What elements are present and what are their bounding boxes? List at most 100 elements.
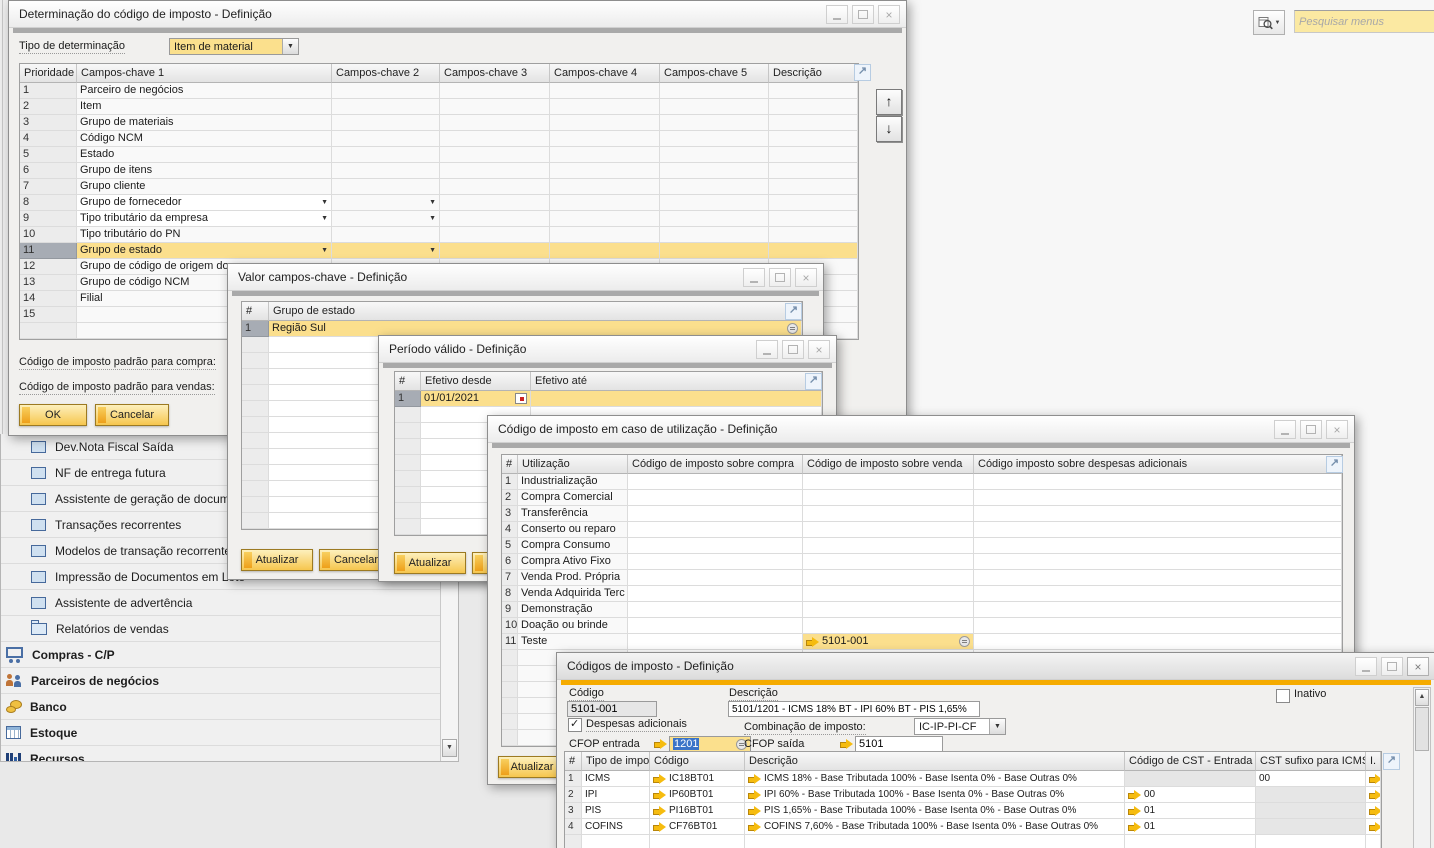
- usage-cell[interactable]: Transferência: [518, 506, 628, 522]
- inactive-checkbox[interactable]: [1276, 689, 1290, 703]
- key-field-4-cell[interactable]: [550, 99, 660, 115]
- scroll-down-button[interactable]: ▼: [442, 739, 457, 757]
- key-field-3-cell[interactable]: [440, 115, 550, 131]
- cst-suffix-cell[interactable]: [1256, 835, 1366, 848]
- w3-titlebar[interactable]: Período válido - Definição ×: [379, 336, 836, 363]
- row-number-cell[interactable]: [395, 487, 421, 503]
- row-number-cell[interactable]: 1: [242, 321, 269, 337]
- purchase-tax-code-cell[interactable]: [628, 602, 803, 618]
- link-arrow-icon[interactable]: [748, 806, 761, 816]
- key-field-5-cell[interactable]: [660, 211, 769, 227]
- link-to-form-icon[interactable]: ↗: [1383, 753, 1400, 770]
- key-field-1-cell[interactable]: Código NCM▼: [77, 131, 332, 147]
- key-field-1-cell[interactable]: Grupo de estado▼: [77, 243, 332, 259]
- usage-row[interactable]: 11 Teste 5101-001: [502, 634, 1342, 650]
- tax-row[interactable]: 1 ICMS IC18BT01 ICMS 18% - Base Tributad…: [565, 771, 1381, 787]
- priority-row[interactable]: 11 Grupo de estado▼ ▼: [20, 243, 858, 259]
- row-number-cell[interactable]: 6: [502, 554, 518, 570]
- sidebar-item[interactable]: Banco: [1, 694, 441, 720]
- usage-row[interactable]: 8 Venda Adquirida Terc: [502, 586, 1342, 602]
- purchase-tax-code-cell[interactable]: [628, 522, 803, 538]
- key-field-2-cell[interactable]: ▼: [332, 179, 440, 195]
- cst-in-cell[interactable]: [1125, 771, 1256, 787]
- key-field-4-cell[interactable]: [550, 227, 660, 243]
- priority-cell[interactable]: 6: [20, 163, 77, 179]
- calendar-icon[interactable]: [515, 393, 527, 404]
- usage-row[interactable]: 5 Compra Consumo: [502, 538, 1342, 554]
- description-cell[interactable]: [769, 179, 858, 195]
- key-field-5-cell[interactable]: [660, 83, 769, 99]
- sidebar-item[interactable]: Parceiros de negócios: [1, 668, 441, 694]
- priority-cell[interactable]: 13: [20, 275, 77, 291]
- row-number-cell[interactable]: [395, 471, 421, 487]
- description-cell[interactable]: [769, 163, 858, 179]
- row-number-cell[interactable]: [242, 465, 269, 481]
- purchase-tax-code-cell[interactable]: [628, 490, 803, 506]
- priority-cell[interactable]: 4: [20, 131, 77, 147]
- additional-expenses-tax-code-cell[interactable]: [974, 602, 1342, 618]
- move-row-down-button[interactable]: ↓: [876, 116, 902, 142]
- key-field-4-cell[interactable]: [550, 115, 660, 131]
- row-number-cell[interactable]: 4: [565, 819, 582, 835]
- priority-cell[interactable]: 10: [20, 227, 77, 243]
- key-field-3-cell[interactable]: [440, 163, 550, 179]
- sidebar-item[interactable]: Relatórios de vendas: [1, 616, 441, 642]
- sales-tax-code-cell[interactable]: [803, 490, 974, 506]
- key-field-5-cell[interactable]: [660, 147, 769, 163]
- priority-cell[interactable]: 15: [20, 307, 77, 323]
- description-field[interactable]: 5101/1201 - ICMS 18% BT - IPI 60% BT - P…: [728, 701, 980, 717]
- key-field-2-cell[interactable]: ▼: [332, 115, 440, 131]
- row-number-cell[interactable]: 4: [502, 522, 518, 538]
- tax-row[interactable]: 4 COFINS CF76BT01 COFINS 7,60% - Base Tr…: [565, 819, 1381, 835]
- key-field-2-cell[interactable]: ▼: [332, 83, 440, 99]
- key-field-5-cell[interactable]: [660, 115, 769, 131]
- i-cell[interactable]: [1366, 787, 1381, 803]
- usage-row[interactable]: 2 Compra Comercial: [502, 490, 1342, 506]
- priority-cell[interactable]: 7: [20, 179, 77, 195]
- additional-expenses-tax-code-cell[interactable]: [974, 586, 1342, 602]
- link-arrow-icon[interactable]: [1128, 806, 1141, 816]
- additional-expenses-tax-code-cell[interactable]: [974, 522, 1342, 538]
- row-number-cell[interactable]: [395, 455, 421, 471]
- key-field-1-cell[interactable]: Item▼: [77, 99, 332, 115]
- key-field-2-cell[interactable]: ▼: [332, 163, 440, 179]
- row-number-cell[interactable]: [502, 650, 518, 666]
- effective-to-cell[interactable]: [531, 391, 822, 407]
- purchase-tax-code-cell[interactable]: [628, 586, 803, 602]
- row-number-cell[interactable]: [502, 714, 518, 730]
- usage-cell[interactable]: Venda Adquirida Terc: [518, 586, 628, 602]
- key-field-5-cell[interactable]: [660, 243, 769, 259]
- row-number-cell[interactable]: [242, 449, 269, 465]
- key-field-3-cell[interactable]: [440, 211, 550, 227]
- usage-row[interactable]: 9 Demonstração: [502, 602, 1342, 618]
- row-number-cell[interactable]: [502, 698, 518, 714]
- key-field-3-cell[interactable]: [440, 195, 550, 211]
- maximize-icon[interactable]: [1300, 420, 1322, 439]
- chevron-down-icon[interactable]: ▼: [429, 211, 436, 226]
- link-arrow-icon[interactable]: [653, 806, 666, 816]
- key-field-5-cell[interactable]: [660, 179, 769, 195]
- key-field-2-cell[interactable]: ▼: [332, 131, 440, 147]
- key-field-4-cell[interactable]: [550, 131, 660, 147]
- usage-cell[interactable]: Compra Consumo: [518, 538, 628, 554]
- menu-search-mode-button[interactable]: ▼: [1253, 10, 1285, 35]
- period-row[interactable]: 1 01/01/2021: [395, 391, 822, 407]
- description-cell[interactable]: [769, 115, 858, 131]
- row-number-cell[interactable]: [502, 682, 518, 698]
- priority-row[interactable]: 4 Código NCM▼ ▼: [20, 131, 858, 147]
- sales-tax-code-cell[interactable]: [803, 522, 974, 538]
- w5-titlebar[interactable]: Códigos de imposto - Definição ×: [557, 653, 1434, 680]
- additional-expenses-tax-code-cell[interactable]: [974, 634, 1342, 650]
- link-arrow-icon[interactable]: [653, 774, 666, 784]
- chevron-down-icon[interactable]: ▼: [321, 243, 328, 258]
- row-number-cell[interactable]: 5: [502, 538, 518, 554]
- purchase-tax-code-cell[interactable]: [628, 506, 803, 522]
- purchase-tax-code-cell[interactable]: [628, 474, 803, 490]
- tax-type-cell[interactable]: PIS: [582, 803, 650, 819]
- key-field-4-cell[interactable]: [550, 195, 660, 211]
- key-field-2-cell[interactable]: ▼: [332, 243, 440, 259]
- cst-in-cell[interactable]: [1125, 835, 1256, 848]
- link-arrow-icon[interactable]: [653, 822, 666, 832]
- row-number-cell[interactable]: 11: [502, 634, 518, 650]
- cst-suffix-cell[interactable]: [1256, 803, 1366, 819]
